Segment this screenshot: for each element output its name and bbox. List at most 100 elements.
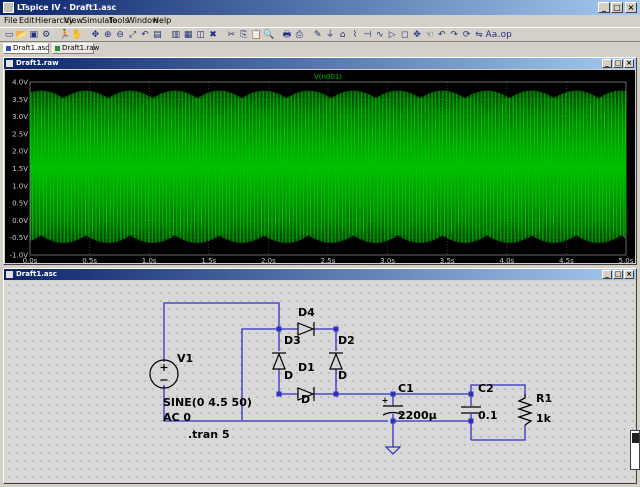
menu-help[interactable]: Help [153, 16, 171, 26]
wire-icon[interactable]: ✎ [312, 29, 324, 41]
open-icon[interactable]: 📂 [15, 29, 27, 41]
autorange-icon[interactable]: ▤ [151, 29, 163, 41]
x-tick-label: 1.5s [201, 257, 216, 265]
menu-file[interactable]: File [4, 16, 17, 26]
x-tick-label: 4.5s [559, 257, 574, 265]
rotate-icon[interactable]: ⟳ [461, 29, 473, 41]
waveform-window[interactable]: Draft1.raw _ □ × 0.0s 0.5s 1.0s 1.5s 2.0s 2.5… [3, 57, 637, 265]
label-d2[interactable]: D2 [338, 334, 355, 347]
maximize-button[interactable]: □ [611, 2, 623, 13]
y-tick-label: 3.0V [12, 113, 28, 121]
diode-d2-symbol[interactable] [329, 352, 343, 370]
menu-view[interactable]: View [64, 16, 83, 26]
menu-edit[interactable]: Edit [19, 16, 35, 26]
label-c1[interactable]: C1 [398, 382, 414, 395]
label-d1[interactable]: D1 [298, 361, 315, 374]
paste-icon[interactable]: 📋 [250, 29, 262, 41]
tile-vertical-icon[interactable]: ▦ [182, 29, 194, 41]
trace-label[interactable]: V(n001) [314, 73, 342, 81]
redo-icon[interactable]: ↷ [448, 29, 460, 41]
drag-icon[interactable]: ☜ [423, 29, 435, 41]
waveform-minimize-button[interactable]: _ [602, 59, 612, 68]
x-tick-label: 4.0s [499, 257, 514, 265]
save-icon[interactable]: ▣ [28, 29, 40, 41]
pan-icon[interactable]: ✥ [89, 29, 101, 41]
spice-directive-tran[interactable]: .tran 5 [188, 428, 230, 441]
wire-r1-bottom[interactable] [471, 425, 526, 441]
resistor-r1-symbol[interactable] [516, 394, 534, 426]
ground-icon[interactable]: ⏚ [324, 29, 336, 41]
document-tabs: Draft1.asc Draft1.raw [0, 42, 640, 55]
diode-icon[interactable]: ▷ [386, 29, 398, 41]
inductor-icon[interactable]: ∿ [374, 29, 386, 41]
capacitor-icon[interactable]: ⊣ [361, 29, 373, 41]
zoom-full-icon[interactable]: ⤢ [127, 29, 139, 41]
run-icon[interactable]: 🏃 [59, 29, 71, 41]
schematic-restore-button[interactable]: □ [613, 270, 623, 279]
label-d2-model[interactable]: D [338, 369, 347, 382]
zoom-out-icon[interactable]: ⊖ [114, 29, 126, 41]
label-v1-ac[interactable]: AC 0 [163, 411, 191, 424]
x-tick-label: 2.5s [321, 257, 336, 265]
label-r1[interactable]: R1 [536, 392, 552, 405]
component-icon[interactable]: ◻ [399, 29, 411, 41]
label-icon[interactable]: ⌂ [337, 29, 349, 41]
y-tick-label: 1.0V [12, 182, 28, 190]
y-tick-label: 0.5V [12, 200, 28, 208]
mirror-icon[interactable]: ⇋ [473, 29, 485, 41]
label-r1-value[interactable]: 1k [536, 412, 551, 425]
label-d3-model[interactable]: D [284, 369, 293, 382]
voltage-source-v1[interactable] [149, 359, 179, 389]
y-tick-label: -0.5V [10, 234, 29, 242]
label-d1-model[interactable]: D [301, 393, 310, 406]
waveform-plot-area[interactable]: 0.0s 0.5s 1.0s 1.5s 2.0s 2.5s 3.0s 3.5s 4.0s 4.5s… [5, 70, 637, 265]
partial-popup-window[interactable] [630, 430, 640, 470]
label-d4[interactable]: D4 [298, 306, 315, 319]
tab-draft1-asc[interactable]: Draft1.asc [3, 43, 49, 54]
y-tick-label: 3.5V [12, 96, 28, 104]
waveform-close-button[interactable]: × [624, 59, 634, 68]
x-tick-label: 3.5s [440, 257, 455, 265]
print-setup-icon[interactable]: 🖶 [281, 29, 293, 41]
close-button[interactable]: × [625, 2, 637, 13]
cut-icon[interactable]: ✂ [225, 29, 237, 41]
tile-horizontal-icon[interactable]: ▥ [170, 29, 182, 41]
schematic-window-icon [6, 271, 13, 278]
schematic-window[interactable]: Draft1.asc _ □ × D4 D3 D2 D D D1 D V1 SI… [3, 268, 637, 484]
y-tick-label: -1.0V [10, 252, 29, 260]
new-icon[interactable]: ▭ [3, 29, 15, 41]
label-c2-value[interactable]: 0.1 [478, 409, 498, 422]
diode-d3-symbol[interactable] [272, 352, 286, 370]
menu-tools[interactable]: Tools [109, 16, 129, 26]
waveform-plot[interactable]: 0.0s 0.5s 1.0s 1.5s 2.0s 2.5s 3.0s 3.5s 4.0s 4.5s… [5, 70, 637, 265]
zoom-in-icon[interactable]: ⊕ [102, 29, 114, 41]
spice-directive-icon[interactable]: .op [498, 29, 512, 41]
ground-symbol[interactable] [384, 446, 402, 455]
cascade-icon[interactable]: ◫ [195, 29, 207, 41]
ltspice-app-icon[interactable] [3, 2, 14, 13]
label-v1[interactable]: V1 [177, 352, 193, 365]
halt-icon[interactable]: ✋ [71, 29, 83, 41]
resistor-icon[interactable]: ⌇ [349, 29, 361, 41]
schematic-canvas[interactable]: D4 D3 D2 D D D1 D D V1 SINE(0 4.5 50) AC… [5, 281, 635, 482]
find-icon[interactable]: 🔍 [263, 29, 275, 41]
label-d3[interactable]: D3 [284, 334, 301, 347]
label-v1-value[interactable]: SINE(0 4.5 50) [163, 396, 252, 409]
waveform-restore-button[interactable]: □ [613, 59, 623, 68]
zoom-back-icon[interactable]: ↶ [139, 29, 151, 41]
menu-bar: File Edit Hierarchy View Simulate Tools … [0, 15, 640, 27]
tab-draft1-raw[interactable]: Draft1.raw [52, 43, 99, 54]
text-icon[interactable]: Aa [485, 29, 498, 41]
close-all-icon[interactable]: ✖ [207, 29, 219, 41]
schematic-drawing[interactable] [5, 281, 637, 484]
minimize-button[interactable]: _ [598, 2, 610, 13]
control-panel-icon[interactable]: ⚙ [40, 29, 52, 41]
copy-icon[interactable]: ⎘ [238, 29, 250, 41]
label-c2[interactable]: C2 [478, 382, 494, 395]
schematic-close-button[interactable]: × [624, 270, 634, 279]
move-icon[interactable]: ✥ [411, 29, 423, 41]
undo-icon[interactable]: ↶ [436, 29, 448, 41]
schematic-minimize-button[interactable]: _ [602, 270, 612, 279]
label-c1-value[interactable]: 2200µ [398, 409, 437, 422]
print-icon[interactable]: ⎙ [293, 29, 305, 41]
